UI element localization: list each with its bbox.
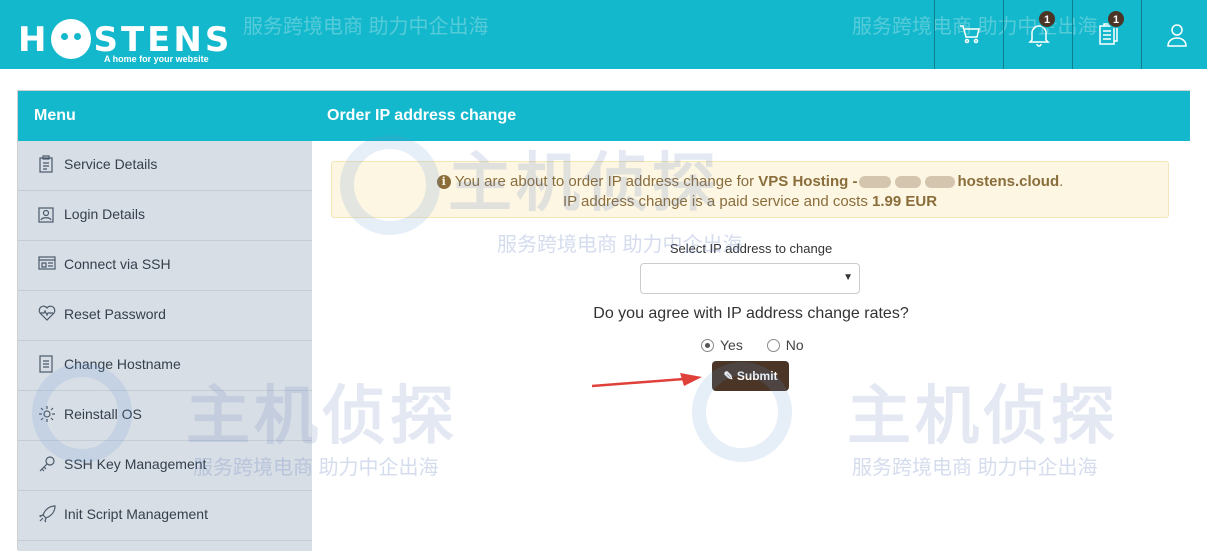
logo-tagline: A home for your website [104,54,209,64]
sidebar-item-label: Change Hostname [64,356,181,372]
radio-no-label: No [785,337,804,353]
cart-icon [960,25,980,44]
radio-no[interactable]: No [766,337,804,353]
alert-hostname: hostens.cloud [957,173,1060,190]
clipboard-icon [39,155,53,173]
menu-title: Menu [18,91,312,141]
agree-radio-group: Yes No [701,337,824,353]
select-ip-label: Select IP address to change [669,241,833,256]
alert-line-2: IP address change is a paid service and … [562,193,938,210]
sidebar-item-reset-password[interactable]: Reset Password [18,291,312,341]
chevron-down-icon: ▼ [843,272,853,283]
alert-line-1: i You are about to order IP address chang… [332,172,1168,192]
annotation-arrow-icon [592,373,702,388]
redacted-text [895,176,922,189]
radio-yes[interactable]: Yes [701,337,743,353]
alert-service-name: VPS Hosting - [758,173,858,190]
sidebar-item-ssh-key-management[interactable]: SSH Key Management [18,441,312,491]
rocket-icon [38,505,56,523]
account-button[interactable] [1141,0,1207,69]
hostens-logo[interactable]: H STENS A home for your website [18,10,229,66]
sidebar-item-label: Reset Password [64,306,166,322]
id-card-icon [38,207,54,223]
redacted-text [859,176,892,189]
header-watermark: 服务跨境电商 助力中企出海 [243,16,489,38]
ip-address-select[interactable]: ▼ [640,263,860,294]
submit-button[interactable]: ✎ Submit [712,361,789,391]
file-icon [39,355,53,373]
radio-yes-circle[interactable] [701,339,714,352]
invoices-button[interactable]: 1 [1072,0,1141,69]
sidebar-item-reinstall-os[interactable]: Reinstall OS [18,391,312,441]
heartbeat-icon [38,305,56,321]
sidebar-item-change-hostname[interactable]: Change Hostname [18,341,312,391]
notifications-button[interactable]: 1 [1003,0,1072,69]
top-header: H STENS A home for your website 服务跨境电商 助力… [0,0,1207,69]
alert-price: 1.99 EUR [872,193,938,210]
radio-yes-label: Yes [720,337,743,353]
page-title: Order IP address change [312,91,1190,141]
user-icon [1167,24,1187,47]
info-icon: i [436,175,451,189]
pencil-icon: ✎ [723,369,734,383]
agree-question: Do you agree with IP address change rate… [593,305,909,322]
sidebar-item-login-details[interactable]: Login Details [18,191,312,241]
content-area: i You are about to order IP address chang… [312,141,1190,551]
main-panel: Menu Order IP address change Service Det… [17,90,1190,551]
bear-logo-icon [51,18,92,59]
redacted-text [925,176,956,189]
cart-button[interactable] [934,0,1003,69]
sidebar-item-init-script-management[interactable]: Init Script Management [18,491,312,541]
terminal-icon [38,256,56,270]
sidebar-item-label: Service Details [64,156,158,172]
sidebar-menu: Service Details Login Details Connect vi… [18,141,312,551]
key-icon [39,456,55,472]
sidebar-item-service-details[interactable]: Service Details [18,141,312,191]
invoices-badge: 1 [1107,10,1125,28]
radio-no-circle[interactable] [766,339,780,352]
gear-icon [39,406,55,422]
sidebar-item-label: SSH Key Management [64,456,207,472]
price-alert: i You are about to order IP address chang… [331,161,1169,218]
sidebar-item-label: Reinstall OS [64,406,142,422]
sidebar-item-label: Login Details [64,206,145,222]
sidebar-item-connect-ssh[interactable]: Connect via SSH [18,241,312,291]
sidebar-item-label: Init Script Management [64,506,208,522]
notifications-badge: 1 [1038,10,1056,28]
sidebar-item-label: Connect via SSH [64,256,171,272]
